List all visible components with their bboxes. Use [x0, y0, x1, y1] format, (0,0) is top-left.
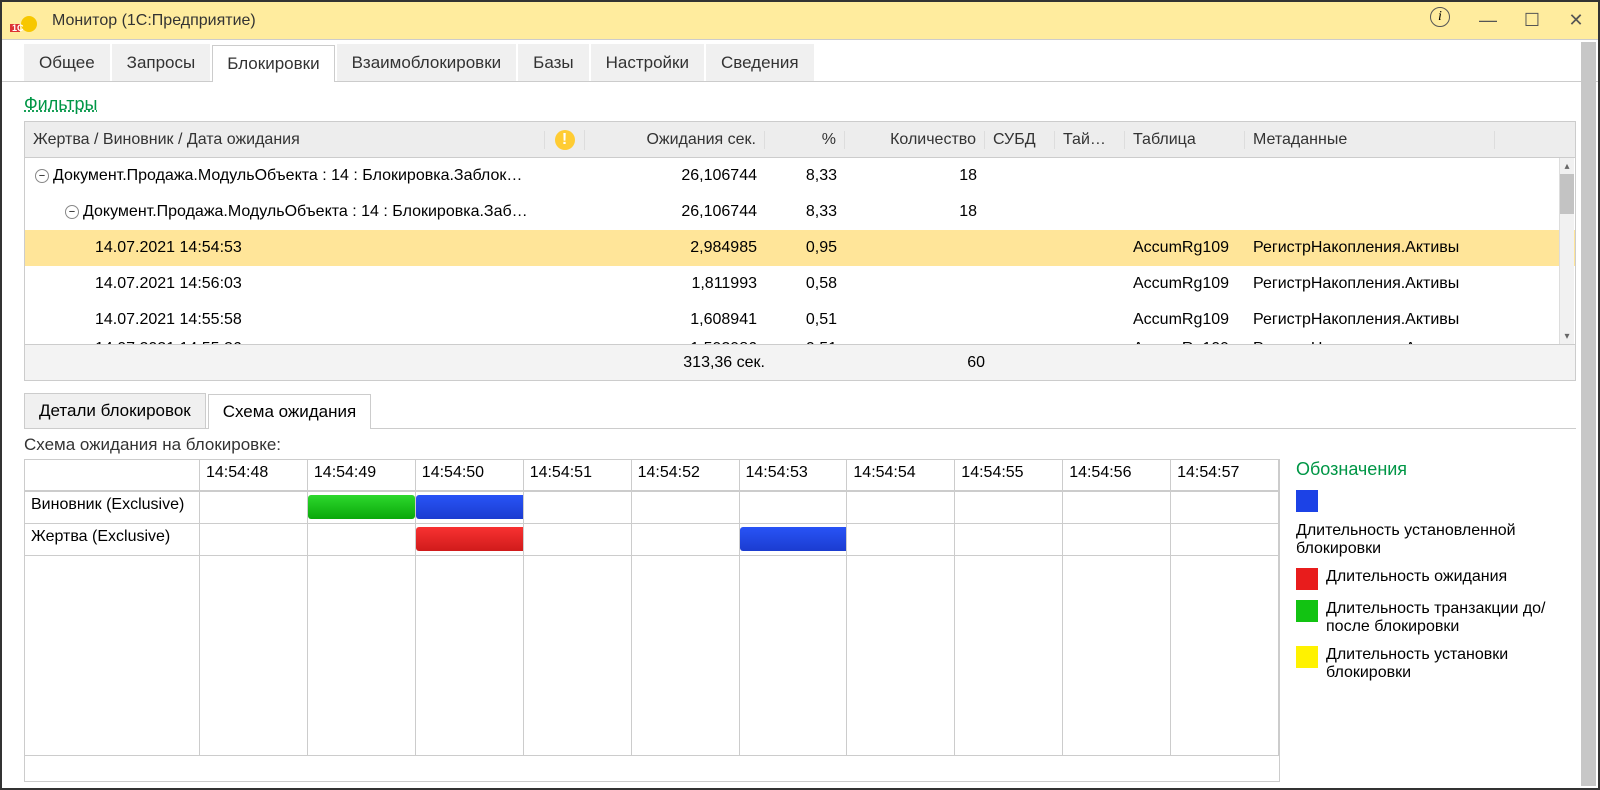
- maximize-button[interactable]: ☐: [1518, 7, 1546, 35]
- gantt-bar-green: [308, 495, 415, 519]
- table-row[interactable]: 14.07.2021 14:56:031,8119930,58AccumRg10…: [25, 266, 1575, 302]
- gantt-row: Жертва (Exclusive): [25, 524, 1279, 556]
- gantt-bar-red: [416, 527, 524, 551]
- schema-title: Схема ожидания на блокировке:: [24, 435, 1576, 455]
- tree-toggle-icon[interactable]: −: [65, 205, 79, 219]
- gantt-time-header: 14:54:52: [632, 460, 740, 491]
- app-logo-icon: 1С: [10, 9, 42, 33]
- gantt-time-header: 14:54:50: [416, 460, 524, 491]
- table-scrollbar[interactable]: ▴ ▾: [1559, 158, 1574, 344]
- col-warning-icon[interactable]: !: [545, 130, 585, 150]
- legend-swatch: [1296, 568, 1318, 590]
- table-row[interactable]: −Документ.Продажа.МодульОбъекта : 14 : Б…: [25, 158, 1575, 194]
- legend-swatch: [1296, 646, 1318, 668]
- col-percent[interactable]: %: [765, 131, 845, 149]
- scroll-down-icon[interactable]: ▾: [1560, 328, 1574, 344]
- detail-tabbar: Детали блокировокСхема ожидания: [24, 393, 1576, 429]
- svg-text:1С: 1С: [12, 23, 24, 32]
- gantt-time-header: 14:54:51: [524, 460, 632, 491]
- tab-сведения[interactable]: Сведения: [706, 44, 814, 81]
- legend-swatch: [1296, 490, 1318, 512]
- tab-общее[interactable]: Общее: [24, 44, 110, 81]
- page-scrollbar[interactable]: [1581, 42, 1596, 786]
- col-timeout[interactable]: Тайм…: [1055, 131, 1125, 149]
- legend-title: Обозначения: [1296, 459, 1576, 480]
- gantt-bar-blue: [416, 495, 524, 519]
- legend-label: Длительность установки блокировки: [1326, 646, 1576, 682]
- filters-link[interactable]: Фильтры: [24, 94, 1576, 115]
- gantt-time-header: 14:54:55: [955, 460, 1063, 491]
- gantt-time-header: 14:54:49: [308, 460, 416, 491]
- close-button[interactable]: ✕: [1562, 7, 1590, 35]
- table-row[interactable]: 14.07.2021 14:55:261,5929860,51AccumRg10…: [25, 338, 1575, 344]
- locks-table: Жертва / Виновник / Дата ожидания ! Ожид…: [24, 121, 1576, 381]
- scroll-thumb[interactable]: [1560, 174, 1574, 214]
- col-victim[interactable]: Жертва / Виновник / Дата ожидания: [25, 131, 545, 149]
- legend-label: Длительность транзакции до/после блокиро…: [1326, 600, 1576, 636]
- gantt-row: Виновник (Exclusive): [25, 492, 1279, 524]
- detail-tab[interactable]: Детали блокировок: [24, 393, 206, 428]
- footer-wait-sec: 313,36 сек.: [585, 354, 765, 372]
- main-tabbar: ОбщееЗапросыБлокировкиВзаимоблокировкиБа…: [2, 44, 1598, 82]
- table-header: Жертва / Виновник / Дата ожидания ! Ожид…: [25, 122, 1575, 158]
- tree-toggle-icon[interactable]: −: [35, 169, 49, 183]
- gantt-row-label: Виновник (Exclusive): [25, 492, 200, 524]
- col-wait-sec[interactable]: Ожидания сек.: [585, 131, 765, 149]
- detail-tab[interactable]: Схема ожидания: [208, 394, 372, 429]
- table-row[interactable]: −Документ.Продажа.МодульОбъекта : 14 : Б…: [25, 194, 1575, 230]
- gantt-time-header: 14:54:48: [200, 460, 308, 491]
- scroll-up-icon[interactable]: ▴: [1560, 158, 1574, 174]
- gantt-row-label: Жертва (Exclusive): [25, 524, 200, 556]
- legend-label: Длительность ожидания: [1326, 568, 1507, 586]
- gantt-time-header: 14:54:53: [740, 460, 848, 491]
- col-metadata[interactable]: Метаданные: [1245, 131, 1495, 149]
- minimize-button[interactable]: —: [1474, 7, 1502, 35]
- wait-schema-gantt: 14:54:4814:54:4914:54:5014:54:5114:54:52…: [24, 459, 1280, 782]
- legend-label: Длительность установленной блокировки: [1296, 522, 1576, 558]
- tab-базы[interactable]: Базы: [518, 44, 588, 81]
- tab-блокировки[interactable]: Блокировки: [212, 45, 334, 82]
- titlebar: 1С Монитор (1С:Предприятие) i — ☐ ✕: [2, 2, 1598, 40]
- col-dbms[interactable]: СУБД: [985, 131, 1055, 149]
- tab-взаимоблокировки[interactable]: Взаимоблокировки: [337, 44, 517, 81]
- gantt-bar-blue: [740, 527, 848, 551]
- gantt-time-header: 14:54:54: [847, 460, 955, 491]
- footer-count: 60: [845, 354, 985, 372]
- gantt-time-header: 14:54:57: [1171, 460, 1279, 491]
- legend: Обозначения Длительность установленной б…: [1296, 459, 1576, 782]
- legend-swatch: [1296, 600, 1318, 622]
- table-footer: 313,36 сек. 60: [25, 344, 1575, 380]
- tab-запросы[interactable]: Запросы: [112, 44, 211, 81]
- info-icon[interactable]: i: [1430, 7, 1450, 27]
- table-row[interactable]: 14.07.2021 14:54:532,9849850,95AccumRg10…: [25, 230, 1575, 266]
- col-table[interactable]: Таблица: [1125, 131, 1245, 149]
- window-title: Монитор (1С:Предприятие): [52, 12, 1430, 30]
- tab-настройки[interactable]: Настройки: [591, 44, 704, 81]
- gantt-time-header: 14:54:56: [1063, 460, 1171, 491]
- col-count[interactable]: Количество: [845, 131, 985, 149]
- table-row[interactable]: 14.07.2021 14:55:581,6089410,51AccumRg10…: [25, 302, 1575, 338]
